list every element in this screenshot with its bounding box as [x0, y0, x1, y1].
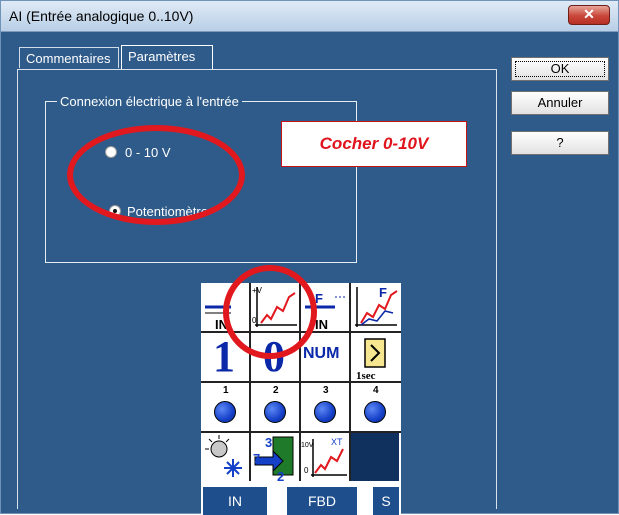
highlight-ring-analog-block: [223, 265, 317, 359]
timer-label: 1sec: [356, 370, 376, 381]
palette-tab-s[interactable]: S: [373, 487, 399, 515]
input-1-dot-icon: [214, 401, 236, 423]
seq-bottom-label: 2: [277, 469, 284, 481]
input-3-label: 3: [323, 385, 329, 396]
ok-button-label: OK: [550, 61, 570, 76]
tab-parametres[interactable]: Paramètres: [121, 45, 213, 70]
light-snow-icon: [205, 435, 242, 477]
palette-num-block[interactable]: NUM: [301, 333, 349, 381]
palette-timer-block[interactable]: 1sec: [351, 333, 399, 382]
palette-divider: [201, 431, 401, 433]
instruction-callout: Cocher 0-10V: [281, 121, 467, 167]
cancel-button-label: Annuler: [537, 95, 583, 110]
palette-divider: [201, 381, 401, 383]
input-4-label: 4: [373, 385, 379, 396]
f-in-label: IN: [315, 317, 328, 331]
palette-input-3-block[interactable]: 3: [301, 383, 349, 431]
palette-analog-xt-block[interactable]: 10V 0 XT: [301, 433, 349, 481]
close-icon: ✕: [583, 6, 595, 22]
palette-sequence-block[interactable]: 3 7 2: [251, 433, 299, 484]
sequence-door-icon: 3 7 2: [253, 435, 294, 484]
ok-button[interactable]: OK: [511, 57, 609, 81]
xt-label: XT: [331, 437, 343, 447]
palette-function-curve-block[interactable]: F: [351, 283, 399, 331]
close-button[interactable]: ✕: [568, 5, 610, 25]
palette-empty-block[interactable]: [351, 433, 399, 481]
palette-tab-in[interactable]: IN: [203, 487, 267, 515]
f-curve-label: F: [379, 285, 387, 300]
input-1-label: 1: [223, 385, 229, 396]
xt-zero-label: 0: [304, 466, 309, 475]
analog-xt-icon: 10V 0 XT: [301, 437, 347, 477]
input-2-label: 2: [273, 385, 279, 396]
input-2-dot-icon: [264, 401, 286, 423]
dialog-window: AI (Entrée analogique 0..10V) ✕ Commenta…: [0, 0, 619, 515]
group-legend: Connexion électrique à l'entrée: [57, 94, 242, 109]
seq-left-label: 7: [253, 451, 260, 466]
title-bar[interactable]: AI (Entrée analogique 0..10V) ✕: [1, 1, 618, 32]
highlight-ring-radio-options: [67, 125, 245, 225]
input-4-dot-icon: [364, 401, 386, 423]
ten-v-label: 10V: [301, 442, 314, 449]
palette-input-4-block[interactable]: 4: [351, 383, 399, 431]
function-curve-icon: F: [355, 285, 398, 327]
tab-commentaires[interactable]: Commentaires: [19, 47, 119, 68]
help-button[interactable]: ?: [511, 131, 609, 155]
num-label: NUM: [303, 345, 340, 362]
palette-input-1-block[interactable]: 1: [201, 383, 249, 431]
seq-top-label: 3: [265, 435, 272, 450]
timer-icon: 1sec: [356, 338, 386, 382]
cancel-button[interactable]: Annuler: [511, 91, 609, 115]
input-3-dot-icon: [314, 401, 336, 423]
palette-tab-fbd[interactable]: FBD: [287, 487, 357, 515]
palette-light-sensor-block[interactable]: [201, 433, 249, 481]
palette-input-2-block[interactable]: 2: [251, 383, 299, 431]
window-title: AI (Entrée analogique 0..10V): [9, 8, 194, 24]
help-button-label: ?: [556, 135, 564, 150]
